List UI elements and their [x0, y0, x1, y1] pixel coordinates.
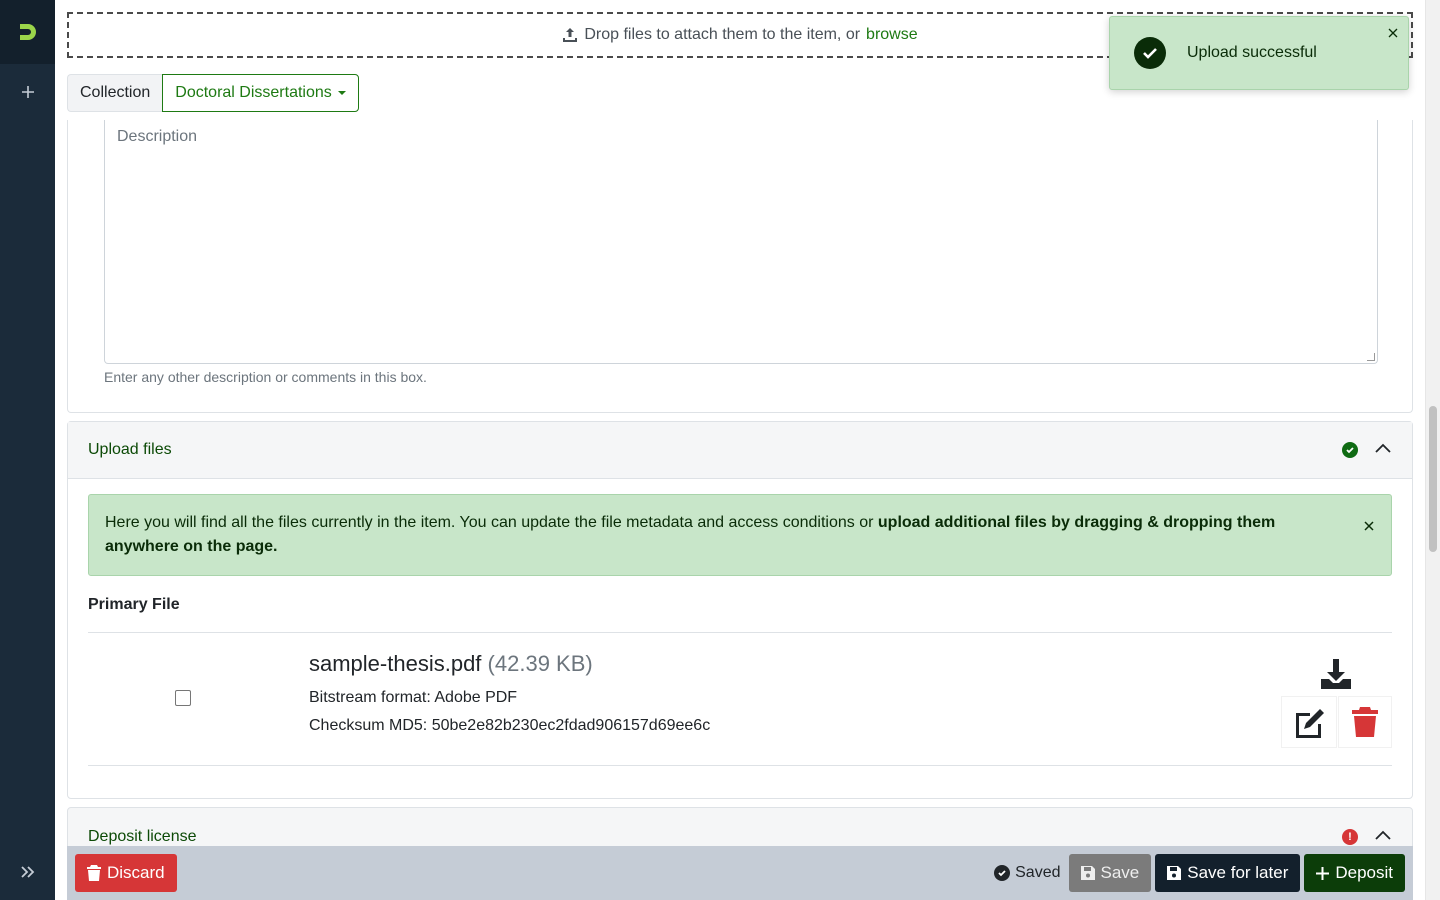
deposit-button[interactable]: Deposit: [1304, 854, 1405, 892]
file-checksum: Checksum MD5: 50be2e82b230ec2fdad906157d…: [309, 717, 711, 734]
download-icon: [1321, 659, 1351, 689]
edit-icon: [1296, 709, 1324, 738]
download-button[interactable]: [1316, 654, 1356, 694]
file-format: Bitstream format: Adobe PDF: [309, 689, 518, 706]
description-help: Enter any other description or comments …: [104, 369, 427, 385]
scrollbar-thumb[interactable]: [1429, 406, 1437, 552]
file-size: (42.39 KB): [487, 651, 593, 676]
toast-close-icon[interactable]: [1388, 25, 1398, 43]
toast-message: Upload successful: [1187, 44, 1317, 61]
delete-button[interactable]: [1338, 696, 1392, 748]
check-circle-icon: [994, 865, 1011, 881]
caret-down-icon: [337, 91, 346, 95]
save-for-later-label: Save for later: [1187, 863, 1289, 882]
alert-text: Here you will find all the files current…: [105, 514, 878, 531]
chevron-up-icon[interactable]: [1374, 441, 1392, 459]
collection-value: Doctoral Dissertations: [175, 84, 332, 101]
saved-status: Saved: [994, 864, 1061, 882]
section-valid-icon: [1342, 442, 1358, 458]
upload-success-toast: Upload successful: [1109, 16, 1409, 90]
plus-icon: [1316, 866, 1330, 880]
check-circle-icon: [1134, 37, 1166, 69]
saved-label: Saved: [1015, 864, 1061, 881]
submission-footer: Discard Saved Save Save for later Deposi…: [67, 846, 1413, 900]
file-name: sample-thesis.pdf (42.39 KB): [309, 651, 593, 677]
collection-dropdown[interactable]: Doctoral Dissertations: [162, 74, 359, 112]
expand-sidebar-icon[interactable]: [0, 860, 55, 884]
save-icon: [1080, 866, 1095, 880]
browse-link[interactable]: browse: [866, 26, 918, 44]
logo-icon: [19, 24, 36, 40]
divider: [88, 765, 1392, 766]
deposit-label: Deposit: [1335, 863, 1393, 882]
deposit-license-title: Deposit license: [88, 827, 197, 845]
save-for-later-button[interactable]: Save for later: [1155, 854, 1301, 892]
collection-label: Collection: [67, 74, 163, 112]
upload-files-section: Upload files Here you will find all the …: [67, 421, 1413, 799]
collection-selector: Collection Doctoral Dissertations: [67, 74, 359, 112]
alert-close-icon[interactable]: [1363, 516, 1375, 540]
upload-icon: [563, 28, 578, 42]
dspace-logo[interactable]: [0, 0, 55, 64]
chevron-up-icon[interactable]: [1374, 828, 1392, 846]
primary-file-label: Primary File: [88, 596, 180, 613]
save-icon: [1167, 866, 1182, 880]
trash-icon: [1352, 707, 1378, 737]
scrollbar[interactable]: [1425, 0, 1440, 900]
description-textarea[interactable]: Description: [104, 120, 1378, 364]
discard-button[interactable]: Discard: [75, 854, 177, 892]
primary-file-checkbox[interactable]: [175, 690, 191, 706]
sidebar: [0, 0, 55, 900]
file-name-text: sample-thesis.pdf: [309, 651, 482, 676]
save-button[interactable]: Save: [1068, 854, 1152, 892]
discard-label: Discard: [107, 863, 165, 882]
add-icon[interactable]: [0, 78, 55, 106]
upload-info-alert: Here you will find all the files current…: [88, 494, 1392, 576]
edit-button[interactable]: [1281, 696, 1337, 748]
resize-handle[interactable]: [1367, 353, 1375, 361]
description-section: Description Enter any other description …: [67, 120, 1413, 413]
description-placeholder: Description: [117, 128, 198, 145]
save-label: Save: [1100, 863, 1140, 882]
upload-files-title: Upload files: [88, 441, 172, 458]
trash-icon: [87, 865, 101, 881]
submission-form: Drop files to attach them to the item, o…: [67, 0, 1413, 900]
section-error-icon: !: [1342, 828, 1358, 845]
divider: [88, 632, 1392, 633]
upload-files-header[interactable]: Upload files: [68, 422, 1412, 479]
dropzone-text: Drop files to attach them to the item, o…: [584, 26, 861, 43]
